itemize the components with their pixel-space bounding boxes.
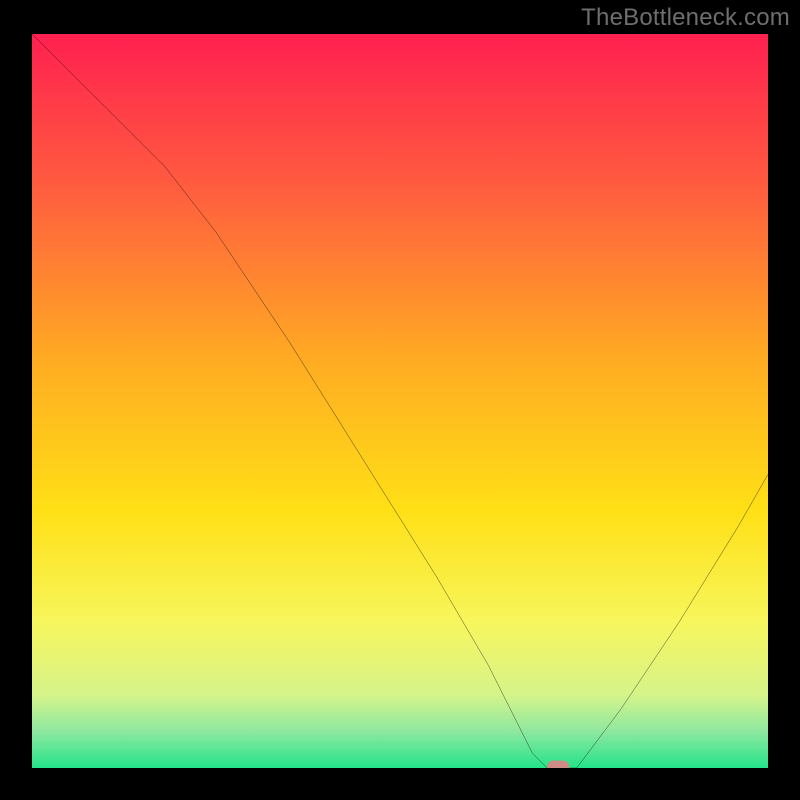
current-config-marker <box>547 761 569 768</box>
chart-frame: TheBottleneck.com <box>0 0 800 800</box>
plot-svg <box>32 34 768 768</box>
watermark-text: TheBottleneck.com <box>581 4 790 32</box>
plot-area <box>32 34 768 768</box>
